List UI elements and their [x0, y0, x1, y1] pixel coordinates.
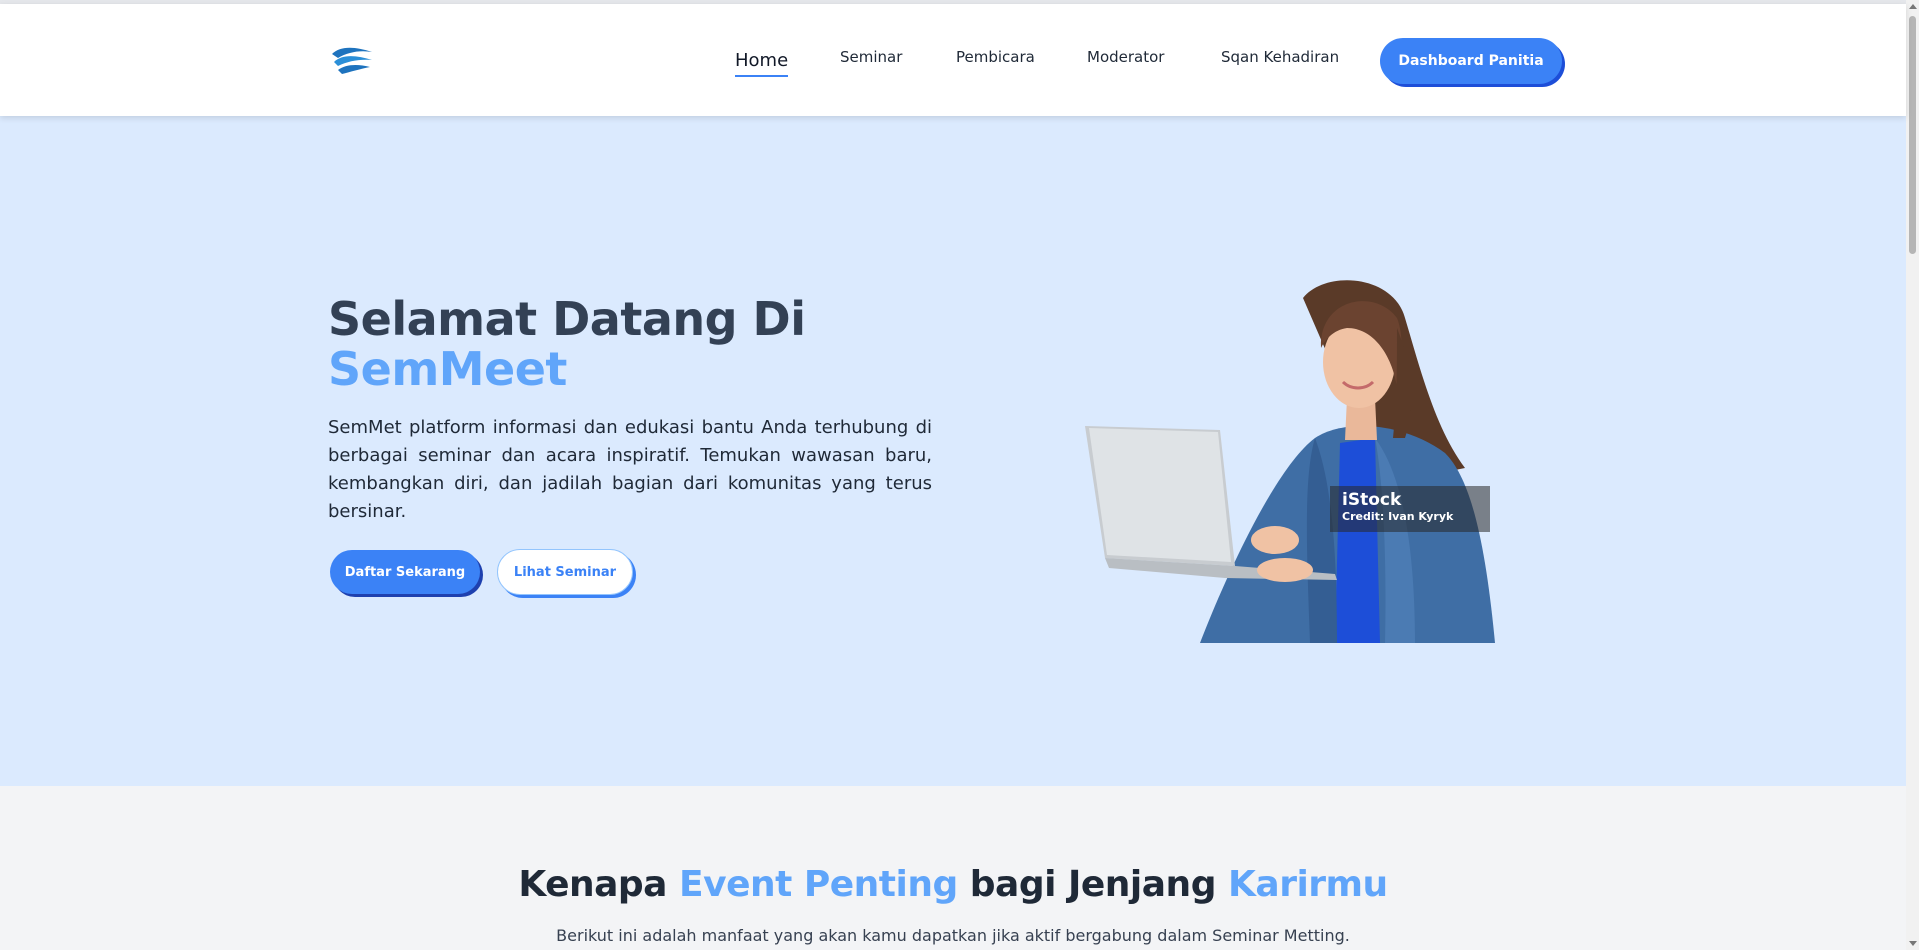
hero-description: SemMet platform informasi dan edukasi ba…	[328, 417, 932, 522]
section-title-part1: Kenapa	[518, 864, 680, 905]
hero-title-line1: Selamat Datang Di	[328, 292, 806, 346]
daftar-sekarang-button[interactable]: Daftar Sekarang	[330, 550, 480, 594]
site-header: Home Seminar Pembicara Moderator Sqan Ke…	[0, 4, 1906, 116]
section-title-accent1: Event Penting	[679, 864, 958, 905]
nav-pembicara[interactable]: Pembicara	[956, 48, 1035, 66]
hero-title: Selamat Datang Di SemMeet	[328, 294, 806, 394]
benefits-section-subtitle: Berikut ini adalah manfaat yang akan kam…	[556, 926, 1350, 945]
nav-sqan-kehadiran[interactable]: Sqan Kehadiran	[1221, 48, 1339, 66]
scrollbar-thumb[interactable]	[1909, 16, 1916, 254]
hero-title-brand: SemMeet	[328, 342, 567, 396]
wave-logo-icon[interactable]	[330, 42, 374, 78]
credit-author: Credit: Ivan Kyryk	[1342, 510, 1454, 523]
scroll-up-icon[interactable]	[1909, 4, 1917, 9]
nav-seminar[interactable]: Seminar	[840, 48, 902, 66]
hero-woman-laptop-image	[1085, 280, 1495, 643]
dashboard-panitia-button[interactable]: Dashboard Panitia	[1380, 38, 1562, 84]
section-title-accent2: Karirmu	[1228, 864, 1388, 905]
lihat-seminar-button[interactable]: Lihat Seminar	[497, 549, 633, 595]
benefits-section-title: Kenapa Event Penting bagi Jenjang Karirm…	[0, 864, 1906, 905]
section-title-part3: bagi Jenjang	[957, 864, 1228, 905]
nav-home[interactable]: Home	[735, 50, 789, 77]
hero-section: Selamat Datang Di SemMeet SemMet platfor…	[0, 116, 1906, 786]
nav-moderator[interactable]: Moderator	[1087, 48, 1164, 66]
page-scrollbar[interactable]	[1906, 0, 1919, 950]
credit-brand: iStock	[1342, 490, 1402, 510]
image-credit-badge: iStock Credit: Ivan Kyryk	[1330, 486, 1490, 532]
scroll-down-icon[interactable]	[1909, 941, 1917, 946]
